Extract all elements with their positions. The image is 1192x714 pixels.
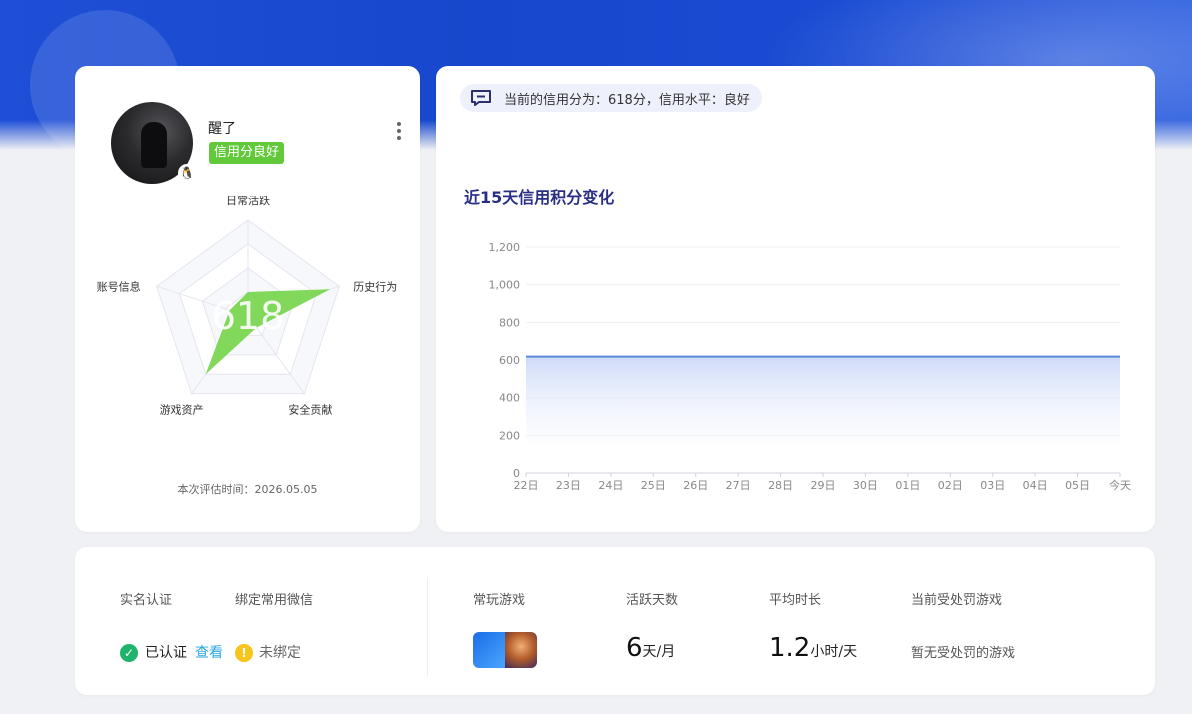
x-tick-label: 27日 (726, 479, 751, 491)
credit-tip-bubble: 当前的信用分为：618分，信用水平：良好 (460, 84, 762, 112)
qq-penguin-icon: 🐧 (178, 164, 196, 182)
more-options-icon[interactable] (396, 122, 402, 140)
avg-duration-value: 1.2小时/天 (769, 633, 857, 663)
chart-title: 近15天信用积分变化 (464, 188, 615, 207)
active-days-label: 活跃天数 (626, 593, 679, 608)
active-days-value: 6天/月 (626, 633, 675, 663)
x-tick-label: 02日 (938, 479, 963, 491)
common-game-label: 常玩游戏 (473, 593, 526, 608)
credit-trend-chart: 02004006008001,0001,200 22日 23日 24日 25日 26日 2… (489, 241, 1132, 491)
avg-duration-unit: 小时/天 (810, 644, 858, 660)
x-tick-label: 01日 (895, 479, 920, 491)
x-tick-label: 03日 (980, 479, 1005, 491)
radar-axis-label: 安全贡献 (288, 403, 332, 417)
credit-level-badge: 信用分良好 (209, 142, 285, 164)
x-axis-ticks: 22日 23日 24日 25日 26日 27日 28日 29日 30日 01日 02日 03日 04日 0… (514, 473, 1131, 491)
profile-card: 🐧 醒了 信用分良好 618 日常活跃历史行为安全贡献 游戏资产 账号信息 本次评估… (75, 66, 420, 532)
avg-duration-number: 1.2 (769, 633, 811, 663)
radar-axis-label: 游戏资产 (160, 403, 204, 417)
y-tick-label: 1,200 (489, 241, 521, 254)
radar-axis-label: 日常活跃 (226, 196, 270, 207)
x-tick-label: 26日 (683, 479, 708, 491)
stats-divider (427, 577, 428, 677)
x-tick-label: 30日 (853, 479, 878, 491)
evaluation-time: 本次评估时间：2026.05.05 (177, 483, 318, 496)
message-icon (471, 90, 491, 106)
y-tick-label: 600 (499, 354, 520, 367)
avatar[interactable]: 🐧 (111, 102, 196, 184)
x-tick-label: 28日 (768, 479, 793, 491)
active-days-number: 6 (626, 633, 643, 663)
x-tick-label: 24日 (598, 479, 623, 491)
y-tick-label: 400 (499, 392, 520, 405)
view-real-name-link[interactable]: 查看 (195, 644, 223, 662)
credit-trend-card: 当前的信用分为：618分，信用水平：良好 近15天信用积分变化 0 200 400 6… (436, 66, 1155, 532)
active-days-unit: 天/月 (642, 644, 676, 660)
game-icon[interactable] (473, 632, 537, 668)
warning-icon: ! (235, 644, 253, 662)
y-tick-label: 800 (499, 316, 520, 329)
real-name-status: 已认证 (145, 645, 187, 661)
penalty-game-label: 当前受处罚游戏 (911, 593, 1003, 608)
y-tick-label: 1,000 (489, 279, 521, 292)
credit-radar-chart: 618 日常活跃历史行为安全贡献 游戏资产 账号信息 (97, 196, 398, 417)
series-area (526, 356, 1120, 445)
x-tick-label: 05日 (1065, 479, 1090, 491)
penalty-game-value: 暂无受处罚的游戏 (911, 646, 1016, 661)
radar-score-text: 618 (212, 294, 285, 338)
x-tick-label: 22日 (514, 479, 539, 491)
avatar-figure (141, 122, 167, 168)
x-tick-label: 今天 (1109, 478, 1131, 491)
credit-tip-text: 当前的信用分为：618分，信用水平：良好 (504, 92, 750, 108)
wechat-bind-label: 绑定常用微信 (235, 593, 314, 608)
y-tick-label: 200 (499, 429, 520, 442)
account-stats-card: 实名认证 绑定常用微信 ✓ 已认证 查看 ! 未绑定 常玩游戏 活跃天数 6天/… (75, 547, 1155, 695)
avg-duration-label: 平均时长 (769, 593, 822, 608)
y-axis-ticks: 02004006008001,0001,200 (489, 241, 521, 480)
username: 醒了 (208, 121, 236, 137)
x-tick-label: 04日 (1023, 479, 1048, 491)
real-name-label: 实名认证 (120, 593, 173, 608)
check-icon: ✓ (120, 644, 138, 662)
x-tick-label: 25日 (641, 479, 666, 491)
x-tick-label: 23日 (556, 479, 581, 491)
radar-axis-label: 历史行为 (353, 280, 397, 293)
wechat-bind-status: 未绑定 (259, 645, 301, 661)
radar-axis-label: 账号信息 (97, 279, 141, 293)
x-tick-label: 29日 (811, 479, 836, 491)
